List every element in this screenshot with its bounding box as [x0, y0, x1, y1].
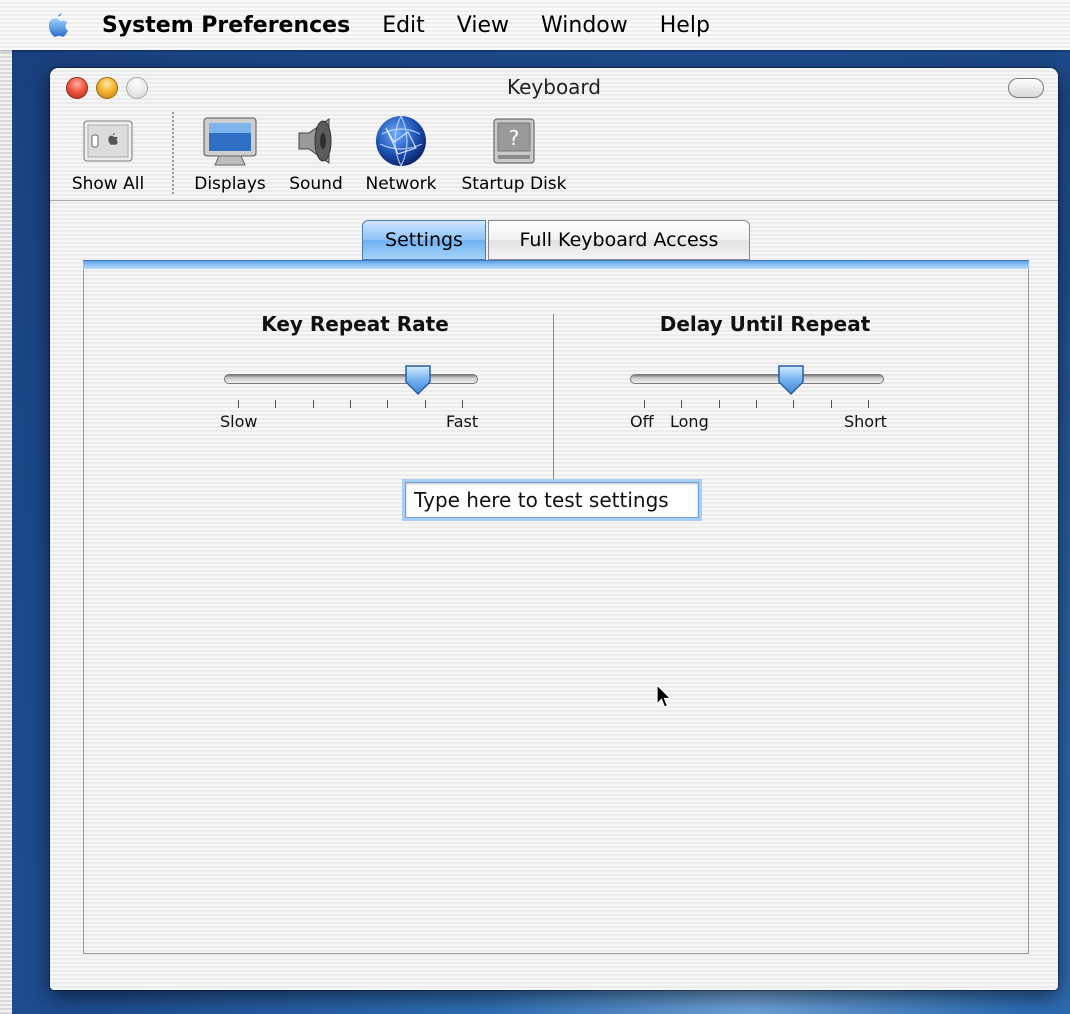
key-repeat-slider-track[interactable] — [224, 374, 478, 384]
menu-window[interactable]: Window — [541, 13, 628, 38]
toolbar-separator — [172, 112, 174, 194]
delay-repeat-slider-track[interactable] — [630, 374, 884, 384]
apple-logo-icon[interactable] — [46, 12, 70, 38]
toolbar-label: Show All — [71, 174, 145, 194]
title-bar[interactable]: Keyboard — [50, 68, 1058, 106]
slider-tick — [793, 400, 795, 408]
startup-disk-button[interactable]: ? Startup Disk — [454, 114, 574, 194]
show-all-button[interactable]: Show All — [68, 114, 148, 194]
network-button[interactable]: Network — [360, 114, 442, 194]
delay-repeat-short-label: Short — [844, 412, 887, 431]
key-repeat-fast-label: Fast — [446, 412, 479, 431]
slider-tick — [462, 400, 463, 408]
slider-tick — [868, 400, 869, 408]
slider-tick — [275, 400, 277, 408]
slider-tick — [238, 400, 239, 408]
tab-pane-top-bar — [83, 260, 1029, 269]
menu-view[interactable]: View — [457, 13, 509, 38]
test-settings-input[interactable]: Type here to test settings — [405, 482, 699, 518]
desktop-edge — [0, 0, 12, 1014]
tab-settings[interactable]: Settings — [362, 220, 486, 260]
test-settings-text: Type here to test settings — [414, 488, 669, 512]
slider-tick — [718, 400, 720, 408]
toolbar-label: Displays — [194, 174, 266, 194]
slider-tick — [756, 400, 757, 408]
key-repeat-slow-label: Slow — [220, 412, 258, 431]
delay-repeat-slider-thumb[interactable] — [776, 364, 806, 396]
slider-tick — [424, 400, 426, 408]
delay-repeat-long-label: Long — [670, 412, 709, 431]
menu-edit[interactable]: Edit — [382, 13, 425, 38]
toolbar-toggle-button[interactable] — [1008, 78, 1044, 98]
slider-tick — [387, 400, 389, 408]
toolbar: Show All Displays Sound Network ? Startu… — [50, 106, 1058, 201]
window-title: Keyboard — [506, 75, 601, 99]
mouse-pointer-icon — [656, 684, 672, 708]
tab-pane — [83, 260, 1029, 954]
network-globe-icon — [360, 114, 442, 168]
slider-tick — [681, 400, 683, 408]
slider-tick — [830, 400, 832, 408]
delay-repeat-title: Delay Until Repeat — [659, 312, 871, 336]
menu-bar: System Preferences Edit View Window Help — [0, 0, 1070, 50]
slider-tick — [644, 400, 645, 408]
tab-full-keyboard-access[interactable]: Full Keyboard Access — [488, 220, 750, 260]
sound-speaker-icon — [286, 114, 346, 168]
toolbar-label: Startup Disk — [461, 174, 567, 194]
sound-button[interactable]: Sound — [286, 114, 346, 194]
svg-text:?: ? — [509, 126, 520, 150]
show-all-icon — [68, 114, 148, 168]
key-repeat-slider-thumb[interactable] — [403, 364, 433, 396]
startup-disk-icon: ? — [454, 114, 574, 168]
menu-help[interactable]: Help — [660, 13, 710, 38]
slider-tick — [350, 400, 351, 408]
key-repeat-title: Key Repeat Rate — [261, 312, 449, 336]
toolbar-label: Sound — [289, 174, 343, 194]
tab-bar: Settings Full Keyboard Access — [362, 220, 750, 262]
delay-repeat-off-label: Off — [630, 412, 654, 431]
displays-button[interactable]: Displays — [190, 114, 270, 194]
menu-app-name[interactable]: System Preferences — [102, 13, 350, 38]
toolbar-label: Network — [365, 174, 437, 194]
displays-icon — [190, 114, 270, 168]
slider-tick — [312, 400, 314, 408]
keyboard-prefs-window: Keyboard Show All Displays Sound Network… — [50, 68, 1058, 990]
